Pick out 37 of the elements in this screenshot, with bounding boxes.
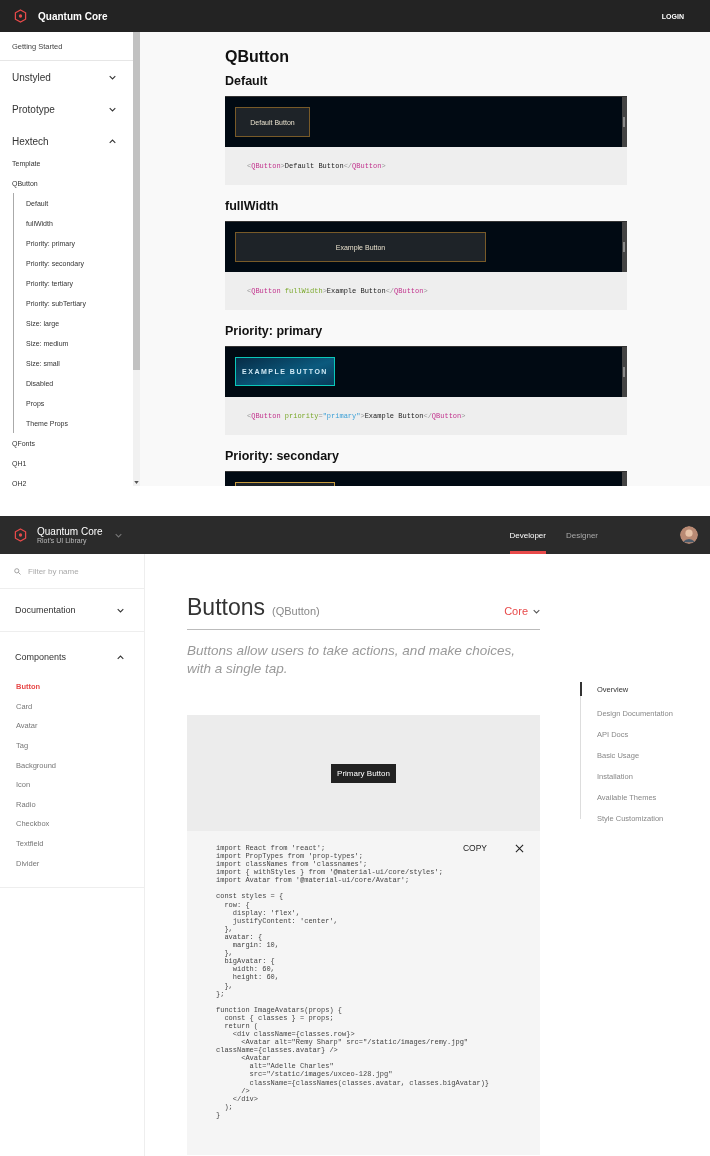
scrollbar[interactable] <box>133 32 140 486</box>
nav-tab[interactable]: Designer <box>566 516 598 554</box>
theme-dropdown[interactable]: Core <box>504 605 540 617</box>
description: Buttons allow users to take actions, and make choices, with a single tap. <box>187 642 516 678</box>
sidebar-group[interactable]: Unstyled <box>0 61 133 93</box>
sidebar-group[interactable]: Hextech <box>0 125 133 157</box>
chevron-down-icon <box>533 608 540 614</box>
chevron-down-icon <box>114 532 122 538</box>
hexagon-logo-icon <box>14 528 27 542</box>
primary-button[interactable]: Primary Button <box>331 763 396 783</box>
sidebar-group[interactable]: Prototype <box>0 93 133 125</box>
chevron-up-icon <box>109 138 116 144</box>
scrollbar[interactable] <box>622 222 627 272</box>
page-title: QButton <box>225 48 290 66</box>
app-title: Quantum Core <box>38 10 108 22</box>
hexagon-logo-icon <box>14 9 27 23</box>
sidebar-group[interactable]: Documentation <box>0 589 144 631</box>
page-title: Buttons <box>187 594 265 621</box>
filter-field[interactable]: Filter by name <box>28 566 128 576</box>
scrollbar[interactable] <box>622 97 627 147</box>
section-heading: fullWidth <box>225 199 280 213</box>
scrollbar[interactable] <box>622 347 627 397</box>
app-title: Quantum Core <box>37 526 103 537</box>
page-subtitle: (QButton) <box>272 605 320 617</box>
chevron-down-icon <box>109 106 116 112</box>
copy-button[interactable]: COPY <box>460 841 489 855</box>
sidebar-group[interactable]: Components <box>0 637 144 677</box>
nav-tab[interactable]: Developer <box>509 516 546 554</box>
section-heading: Priority: secondary <box>225 449 340 463</box>
section-heading: Priority: primary <box>225 324 324 338</box>
search-icon <box>14 567 21 575</box>
caret-down-icon[interactable] <box>134 481 139 484</box>
chevron-down-icon <box>109 74 116 80</box>
chevron-down-icon <box>117 607 124 613</box>
section-heading: Default <box>225 74 269 88</box>
avatar-icon[interactable] <box>680 526 698 544</box>
chevron-up-icon <box>117 654 124 660</box>
